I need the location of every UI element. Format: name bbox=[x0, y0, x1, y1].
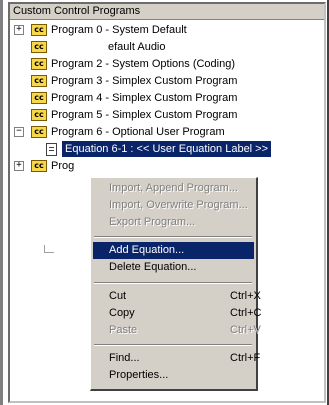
tree-item-label: efault Audio bbox=[108, 41, 166, 53]
tree-item-label: Program 6 - Optional User Program bbox=[51, 126, 225, 138]
tree-item-program-1[interactable]: cc efault Audio bbox=[10, 39, 324, 55]
tree-item-program-3[interactable]: cc Program 3 - Simplex Custom Program bbox=[10, 73, 324, 89]
tree-header: Custom Control Programs bbox=[10, 4, 324, 20]
equation-document-icon bbox=[46, 143, 57, 156]
tree-item-label: Prog bbox=[51, 160, 75, 172]
program-icon: cc bbox=[31, 109, 47, 121]
program-icon: cc bbox=[31, 58, 47, 70]
menu-item-export-program[interactable]: Export Program... bbox=[93, 214, 254, 231]
menu-item-copy[interactable]: Copy Ctrl+C bbox=[93, 305, 261, 322]
menu-item-delete-equation[interactable]: Delete Equation... bbox=[93, 259, 254, 276]
tree-item-label: Program 5 - Simplex Custom Program bbox=[51, 109, 238, 121]
collapse-icon[interactable]: − bbox=[14, 127, 24, 137]
tree-item-label: Program 2 - System Options (Coding) bbox=[51, 58, 236, 70]
tree-item-label: Equation 6-1 : << User Equation Label >> bbox=[62, 141, 272, 157]
tree-item-program-0[interactable]: + cc Program 0 - System Default bbox=[10, 22, 324, 38]
program-icon: cc bbox=[31, 41, 47, 53]
menu-item-paste[interactable]: Paste Ctrl+V bbox=[93, 322, 261, 339]
menu-separator bbox=[94, 282, 252, 284]
tree-item-program-5[interactable]: cc Program 5 - Simplex Custom Program bbox=[10, 107, 324, 123]
program-icon: cc bbox=[31, 24, 47, 36]
program-icon: cc bbox=[31, 92, 47, 104]
menu-item-find[interactable]: Find... Ctrl+F bbox=[93, 350, 260, 367]
window-frame: Custom Control Programs + cc Program 0 -… bbox=[0, 0, 329, 405]
program-icon: cc bbox=[31, 160, 47, 172]
menu-separator bbox=[94, 236, 252, 238]
program-icon: cc bbox=[31, 75, 47, 87]
program-icon: cc bbox=[31, 126, 47, 138]
tree-connector bbox=[44, 245, 45, 252]
tree-item-program-4[interactable]: cc Program 4 - Simplex Custom Program bbox=[10, 90, 324, 106]
tree-connector bbox=[44, 252, 54, 253]
tree-item-label: Program 4 - Simplex Custom Program bbox=[51, 92, 238, 104]
menu-item-add-equation[interactable]: Add Equation... bbox=[93, 242, 254, 259]
tree-item-program-6[interactable]: − cc Program 6 - Optional User Program bbox=[10, 124, 324, 140]
tree-item-label: Program 0 - System Default bbox=[51, 24, 187, 36]
tree-item-program-2[interactable]: cc Program 2 - System Options (Coding) bbox=[10, 56, 324, 72]
menu-item-import-overwrite[interactable]: Import, Overwrite Program... bbox=[93, 197, 254, 214]
tree-item-program-7[interactable]: + cc Prog bbox=[10, 158, 324, 174]
menu-item-import-append[interactable]: Import, Append Program... bbox=[93, 180, 254, 197]
tree-item-label: Program 3 - Simplex Custom Program bbox=[51, 75, 238, 87]
menu-separator bbox=[94, 344, 252, 346]
menu-item-cut[interactable]: Cut Ctrl+X bbox=[93, 288, 261, 305]
expand-icon[interactable]: + bbox=[14, 25, 24, 35]
menu-item-properties[interactable]: Properties... bbox=[93, 367, 254, 384]
tree-item-equation-6-1[interactable]: Equation 6-1 : << User Equation Label >> bbox=[10, 141, 324, 157]
expand-icon[interactable]: + bbox=[14, 161, 24, 171]
context-menu: Import, Append Program... Import, Overwr… bbox=[90, 177, 261, 391]
